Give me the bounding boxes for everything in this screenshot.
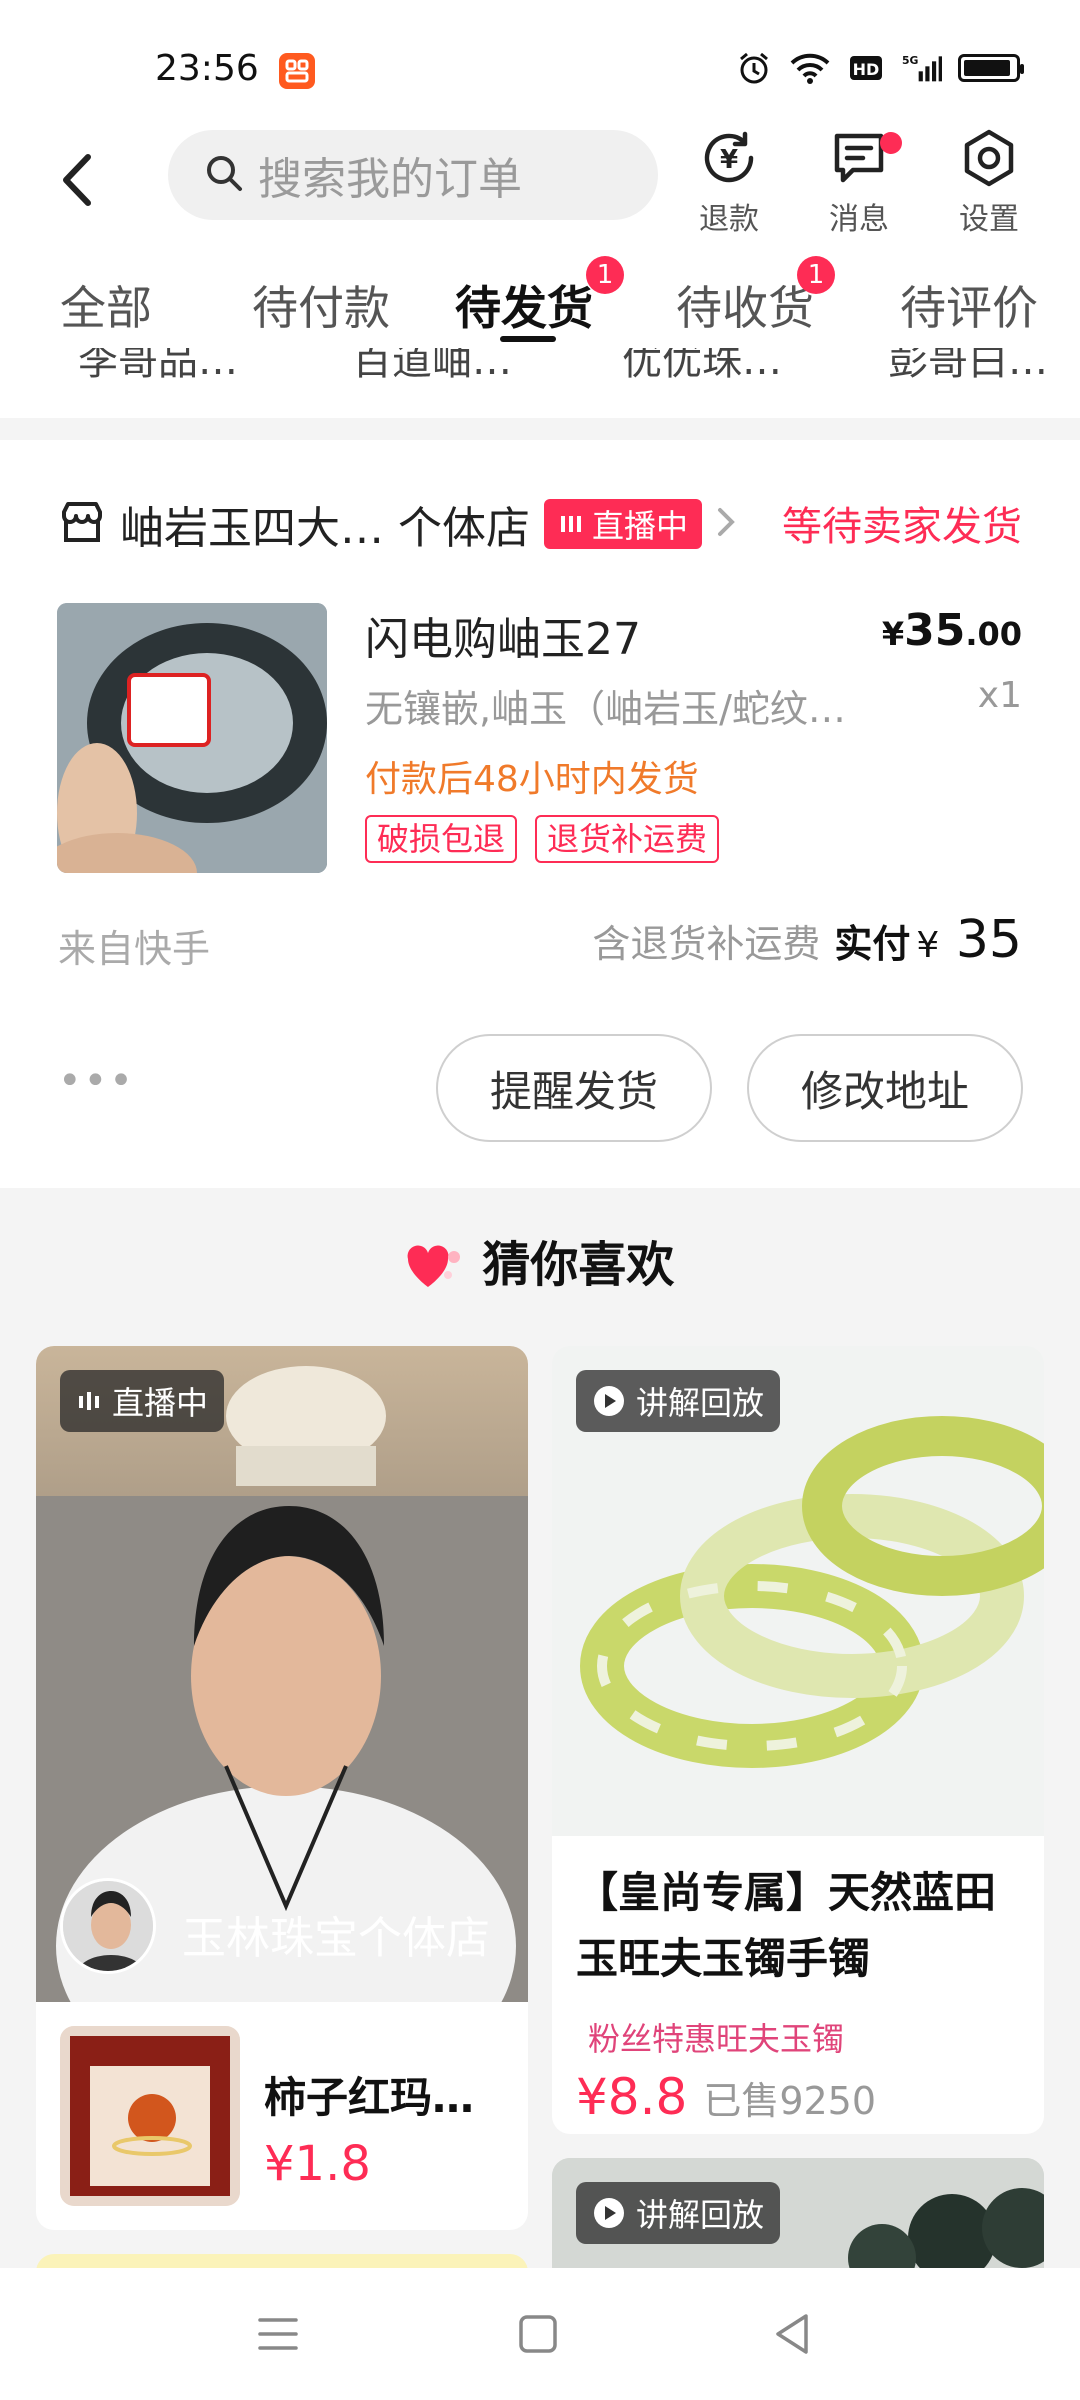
tag-return-shipping: 退货补运费 <box>535 815 720 863</box>
live-badge-text: 直播中 <box>112 1384 209 1422</box>
paid-amount: ¥ 35 <box>916 910 1022 970</box>
product-image[interactable]: 讲解回放 <box>552 1346 1044 1836</box>
live-badge: 直播中 <box>544 499 703 549</box>
product-quantity: x1 <box>977 675 1022 716</box>
recommend-title-text: 猜你喜欢 <box>482 1237 675 1293</box>
back-button[interactable] <box>50 145 110 215</box>
product-price: ¥35.00 <box>881 605 1022 656</box>
avatar[interactable] <box>60 1878 156 1974</box>
svg-text:¥: ¥ <box>720 145 738 175</box>
refund-button[interactable]: ¥ 退款 <box>684 128 774 238</box>
product-image[interactable] <box>57 603 327 873</box>
wifi-icon <box>790 50 830 86</box>
message-unread-dot <box>880 132 902 154</box>
product-price: ¥1.8 <box>264 2136 371 2192</box>
live-badge-text: 直播中 <box>592 507 689 545</box>
heart-icon <box>406 1237 483 1293</box>
menu-icon[interactable] <box>256 2312 300 2360</box>
system-nav-bar <box>0 2268 1080 2400</box>
recommend-card-bangle[interactable]: 讲解回放 【皇尚专属】天然蓝田玉旺夫玉镯手镯 粉丝特惠旺夫玉镯 ¥8.8 已售9… <box>552 1346 1044 2134</box>
product-title[interactable]: 柿子红玛… <box>264 2064 474 2125</box>
hd-icon: HD <box>846 50 886 86</box>
peek-item[interactable]: 彭哥白… <box>888 348 1048 386</box>
replay-badge-text: 讲解回放 <box>636 1384 765 1422</box>
home-icon[interactable] <box>516 2312 560 2360</box>
peek-item[interactable]: 李哥品… <box>78 348 238 386</box>
tab-pending-receipt[interactable]: 待收货 <box>676 272 814 338</box>
product-thumbnail[interactable] <box>60 2026 240 2206</box>
settings-button[interactable]: 设置 <box>944 128 1034 238</box>
tab-pending-review[interactable]: 待评价 <box>900 272 1038 338</box>
signal-5g-icon: 5G <box>902 50 942 86</box>
tab-pending-shipment[interactable]: 待发货 <box>455 272 593 338</box>
live-badge: 直播中 <box>60 1370 225 1432</box>
store-row[interactable]: 岫岩玉四大… 个体店 直播中 <box>58 492 742 556</box>
live-stream-image[interactable]: 直播中 玉林珠宝个体店 <box>36 1346 528 2002</box>
alarm-icon <box>734 50 774 86</box>
tab-pending-shipment-badge: 1 <box>586 256 624 294</box>
tab-pending-payment[interactable]: 待付款 <box>252 272 390 338</box>
order-tabs: 全部 待付款 待发货 1 待收货 1 待评价 <box>0 240 1080 348</box>
peek-item[interactable]: 百道岫… <box>352 348 512 386</box>
search-placeholder: 搜索我的订单 <box>258 154 522 205</box>
shipping-note: 含退货补运费 <box>592 922 821 966</box>
scrolled-shop-row: 李哥品… 百道岫… 优优珠… 彭哥白… <box>0 348 1080 418</box>
battery-icon <box>958 54 1024 82</box>
price-row: ¥8.8 已售9250 <box>576 2068 876 2126</box>
store-name[interactable]: 岫岩玉四大… 个体店 <box>120 492 530 556</box>
message-label: 消息 <box>829 202 889 237</box>
refund-icon: ¥ <box>699 131 759 192</box>
more-options-icon[interactable]: ••• <box>58 1058 135 1104</box>
ship-note: 付款后48小时内发货 <box>365 759 699 800</box>
back-nav-icon[interactable] <box>770 2310 814 2362</box>
store-icon <box>58 498 106 550</box>
live-shop-name[interactable]: 玉林珠宝个体店 <box>182 1902 490 1966</box>
search-input[interactable]: 搜索我的订单 <box>168 130 658 220</box>
svg-text:5G: 5G <box>902 54 919 67</box>
search-icon <box>204 153 244 197</box>
replay-badge: 讲解回放 <box>576 2182 781 2244</box>
recommend-card-live[interactable]: 直播中 玉林珠宝个体店 柿子红玛… ¥1.8 <box>36 1346 528 2230</box>
chevron-right-icon <box>712 502 742 546</box>
header: 搜索我的订单 ¥ 退款 消息 设置 <box>0 120 1080 240</box>
order-card: 岫岩玉四大… 个体店 直播中 等待卖家发货 闪电购岫玉27 ¥35.00 无镶嵌… <box>0 440 1080 1188</box>
settings-label: 设置 <box>959 202 1019 237</box>
recommend-title: 猜你喜欢 <box>0 1225 1080 1295</box>
messages-button[interactable]: 消息 <box>814 128 904 238</box>
order-status: 等待卖家发货 <box>782 504 1022 550</box>
replay-badge: 讲解回放 <box>576 1370 781 1432</box>
status-bar: 23:56 HD 5G <box>0 0 1080 120</box>
product-title[interactable]: 【皇尚专属】天然蓝田玉旺夫玉镯手镯 <box>576 1860 1022 1992</box>
svg-text:HD: HD <box>853 60 880 79</box>
remind-shipment-button[interactable]: 提醒发货 <box>436 1034 712 1142</box>
tab-pending-receipt-badge: 1 <box>797 256 835 294</box>
product-title[interactable]: 闪电购岫玉27 <box>365 603 641 667</box>
product-price: ¥8.8 <box>576 2068 688 2126</box>
peek-item[interactable]: 优优珠… <box>622 348 782 386</box>
message-icon <box>829 133 889 192</box>
product-spec: 无镶嵌,岫玉（岫岩玉/蛇纹… <box>365 687 846 731</box>
edit-address-button[interactable]: 修改地址 <box>747 1034 1023 1142</box>
status-time: 23:56 <box>155 48 259 89</box>
promo-text: 粉丝特惠旺夫玉镯 <box>588 2020 845 2058</box>
app-notification-icon <box>279 53 315 89</box>
tab-all[interactable]: 全部 <box>60 272 152 338</box>
order-total: 含退货补运费 实付 ¥ 35 <box>592 910 1022 970</box>
replay-badge-text: 讲解回放 <box>636 2196 765 2234</box>
sold-count: 已售9250 <box>703 2079 877 2123</box>
refund-label: 退款 <box>699 202 759 237</box>
order-source: 来自快手 <box>58 927 211 971</box>
active-tab-indicator <box>500 336 556 342</box>
settings-icon <box>959 129 1019 192</box>
paid-label: 实付 <box>834 922 911 966</box>
tag-damage-refund: 破损包退 <box>365 815 518 863</box>
